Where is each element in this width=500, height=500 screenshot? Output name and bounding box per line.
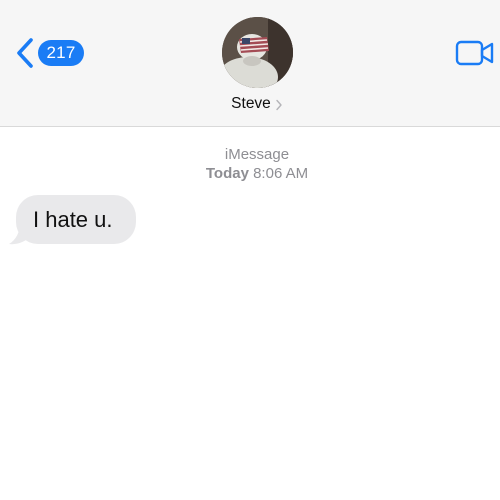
message-timestamp: Today 8:06 AM [0, 165, 500, 182]
unread-count-badge: 217 [38, 40, 84, 66]
service-label: iMessage [224, 146, 290, 163]
chevron-right-icon [276, 99, 282, 110]
timestamp-day: Today [205, 165, 249, 182]
back-button[interactable]: 217 [14, 37, 84, 69]
message-bubble: I hate u. [16, 195, 136, 244]
incoming-message[interactable]: I hate u. [9, 195, 136, 245]
contact-name-button[interactable]: Steve [0, 95, 500, 113]
contact-photo [222, 17, 293, 88]
timestamp-time: 8:06 AM [253, 165, 309, 182]
contact-name: Steve [231, 95, 271, 112]
facetime-video-button[interactable] [455, 40, 495, 66]
chevron-left-icon [17, 38, 33, 68]
conversation-header: 217 Steve [0, 0, 500, 127]
video-camera-icon [455, 40, 494, 66]
contact-avatar[interactable] [222, 17, 293, 88]
